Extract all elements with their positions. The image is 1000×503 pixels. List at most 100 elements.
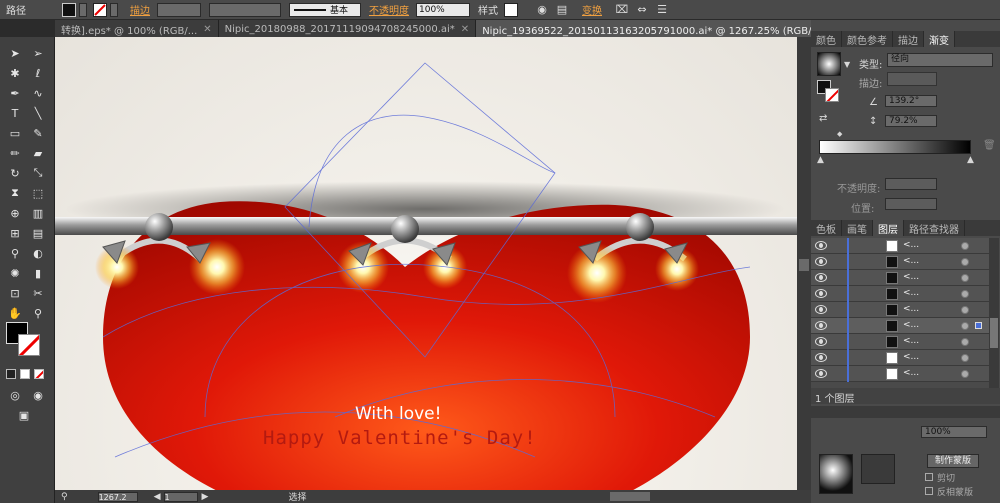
invert-mask-checkbox[interactable] <box>925 487 933 495</box>
graph-tool-icon[interactable]: ▥ <box>28 205 48 221</box>
opacity-label[interactable]: 不透明度 <box>369 2 409 17</box>
gradient-ramp[interactable] <box>819 140 971 154</box>
stroke-weight-field[interactable] <box>157 2 201 17</box>
pen-tool-icon[interactable]: ✒ <box>5 85 25 101</box>
layer-row[interactable]: <... <box>811 334 989 350</box>
magic-wand-icon[interactable]: ✱ <box>5 65 25 81</box>
tab-pathfinder[interactable]: 路径查找器 <box>904 220 965 236</box>
symbol-sprayer-icon[interactable]: ✺ <box>5 265 25 281</box>
layer-row[interactable]: <... <box>811 286 989 302</box>
eye-icon[interactable] <box>815 369 827 378</box>
gradient-tool-icon[interactable]: ▤ <box>28 225 48 241</box>
reverse-gradient-icon[interactable]: ⇄ <box>819 113 827 124</box>
artboard-tool-icon[interactable]: ⊡ <box>5 285 25 301</box>
eye-icon[interactable] <box>815 305 827 314</box>
tab-color-guide[interactable]: 颜色参考 <box>842 31 893 47</box>
next-page-icon[interactable]: ▶ <box>202 492 209 502</box>
layers-scrollbar[interactable] <box>989 238 999 388</box>
stroke-label[interactable]: 描边 <box>130 2 150 17</box>
layer-row[interactable]: <... <box>811 366 989 382</box>
target-icon[interactable] <box>961 322 969 330</box>
layer-row[interactable]: <... <box>811 270 989 286</box>
mesh-tool-icon[interactable]: ⊞ <box>5 225 25 241</box>
delete-stop-icon[interactable]: 🗑 <box>983 140 996 151</box>
close-icon[interactable]: ✕ <box>461 24 469 35</box>
gradient-preview[interactable] <box>817 52 841 76</box>
eye-icon[interactable] <box>815 241 827 250</box>
curvature-tool-icon[interactable]: ∿ <box>28 85 48 101</box>
midpoint-diamond-icon[interactable]: ◆ <box>837 130 842 138</box>
eye-icon[interactable] <box>815 353 827 362</box>
layer-row[interactable]: <... <box>811 254 989 270</box>
artboard-canvas[interactable]: With love! Happy Valentine's Day! <box>55 37 797 490</box>
stop-opacity-field[interactable] <box>885 178 937 190</box>
aspect-ratio-field[interactable]: 79.2% <box>885 115 937 127</box>
lasso-icon[interactable]: ℓ <box>28 65 48 81</box>
tab-layers[interactable]: 图层 <box>873 220 904 236</box>
layer-row-selected[interactable]: <... <box>811 318 989 334</box>
hand-tool-icon[interactable]: ✋ <box>5 305 25 321</box>
draw-behind-icon[interactable]: ◉ <box>28 387 48 403</box>
slice-tool-icon[interactable]: ✂ <box>28 285 48 301</box>
eyedropper-icon[interactable]: ⚲ <box>5 245 25 261</box>
eye-icon[interactable] <box>815 289 827 298</box>
eye-icon[interactable] <box>815 273 827 282</box>
none-mode-button[interactable] <box>34 369 44 379</box>
direct-selection-tool-icon[interactable]: ➢ <box>28 45 48 61</box>
transform-link[interactable]: 变换 <box>582 2 602 17</box>
screen-mode-icon[interactable]: ▣ <box>14 407 34 423</box>
doc-tab-2[interactable]: Nipic_20180988_20171119094708245000.ai* ✕ <box>218 20 477 37</box>
tab-stroke[interactable]: 描边 <box>893 31 924 47</box>
gradient-stop-left[interactable]: ▲ <box>817 155 824 165</box>
stroke-swatch[interactable] <box>93 2 107 17</box>
target-icon[interactable] <box>961 290 969 298</box>
free-transform-icon[interactable]: ⬚ <box>28 185 48 201</box>
target-icon[interactable] <box>961 242 969 250</box>
eye-icon[interactable] <box>815 321 827 330</box>
column-graph-icon[interactable]: ▮ <box>28 265 48 281</box>
layer-row[interactable]: <... <box>811 350 989 366</box>
tab-swatches[interactable]: 色板 <box>811 220 842 236</box>
mask-thumbnail[interactable] <box>861 454 895 484</box>
transparency-opacity-field[interactable]: 100% <box>921 426 987 438</box>
stop-position-field[interactable] <box>885 198 937 210</box>
make-mask-button[interactable]: 制作蒙版 <box>927 454 979 468</box>
stroke-dropdown[interactable] <box>110 2 118 17</box>
gradient-stop-right[interactable]: ▲ <box>967 155 974 165</box>
target-icon[interactable] <box>961 338 969 346</box>
target-icon[interactable] <box>961 258 969 266</box>
menu-icon[interactable]: ☰ <box>654 2 670 18</box>
eraser-icon[interactable]: ▰ <box>28 145 48 161</box>
angle-field[interactable]: 139.2° <box>885 95 937 107</box>
style-swatch[interactable] <box>504 2 518 17</box>
scroll-thumb[interactable] <box>799 259 809 271</box>
paintbrush-icon[interactable]: ✎ <box>28 125 48 141</box>
width-tool-icon[interactable]: ⧗ <box>5 185 25 201</box>
shape-builder-icon[interactable]: ⊕ <box>5 205 25 221</box>
zoom-field[interactable]: 1267.2 <box>97 491 138 502</box>
tab-color[interactable]: 颜色 <box>811 31 842 47</box>
doc-tab-3[interactable]: Nipic_19369522_20150113163205791000.ai* … <box>476 20 857 37</box>
stroke-color-box[interactable] <box>18 334 40 356</box>
variable-width-dropdown[interactable] <box>209 2 281 17</box>
doc-tab-1[interactable]: 转换].eps* @ 100% (RGB/... ✕ <box>55 20 219 37</box>
target-icon[interactable] <box>961 306 969 314</box>
gradient-preview-dropdown-icon[interactable]: ▼ <box>844 60 850 69</box>
target-icon[interactable] <box>961 370 969 378</box>
flip-icon[interactable]: ⇔ <box>634 2 650 18</box>
align-icon[interactable]: ▤ <box>554 2 570 18</box>
tab-brushes[interactable]: 画笔 <box>842 220 873 236</box>
target-icon[interactable] <box>961 274 969 282</box>
eye-icon[interactable] <box>815 337 827 346</box>
layer-row[interactable]: <... <box>811 302 989 318</box>
vertical-scrollbar[interactable] <box>797 37 811 490</box>
isolate-icon[interactable]: ⌧ <box>614 2 630 18</box>
color-mode-button[interactable] <box>6 369 16 379</box>
scale-tool-icon[interactable]: ⤡ <box>28 165 48 181</box>
close-icon[interactable]: ✕ <box>203 24 211 35</box>
fill-dropdown[interactable] <box>79 2 87 17</box>
target-icon[interactable] <box>961 354 969 362</box>
draw-mode-icon[interactable]: ◎ <box>5 387 25 403</box>
pencil-icon[interactable]: ✏ <box>5 145 25 161</box>
rotate-tool-icon[interactable]: ↻ <box>5 165 25 181</box>
